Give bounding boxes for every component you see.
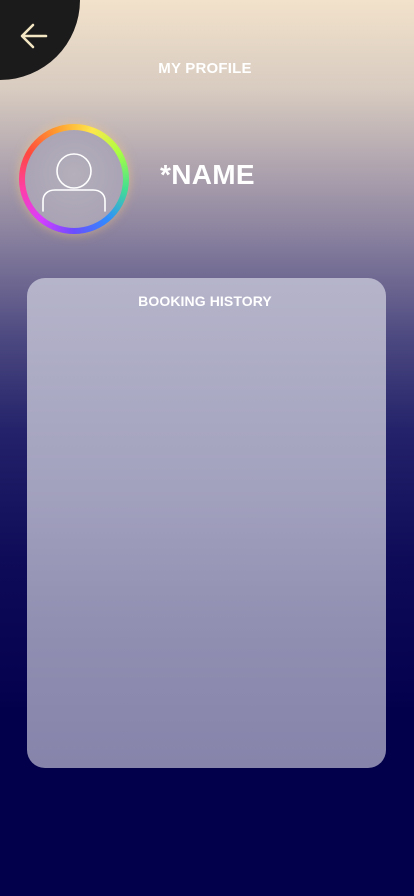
booking-history-title: BOOKING HISTORY bbox=[138, 293, 272, 309]
user-icon bbox=[42, 153, 106, 212]
page-title: MY PROFILE bbox=[158, 60, 252, 77]
avatar[interactable] bbox=[19, 124, 129, 234]
profile-name: *NAME bbox=[160, 159, 255, 190]
arrow-left-icon bbox=[20, 23, 48, 49]
booking-history-card: BOOKING HISTORY bbox=[27, 278, 386, 768]
avatar-image bbox=[25, 130, 123, 228]
